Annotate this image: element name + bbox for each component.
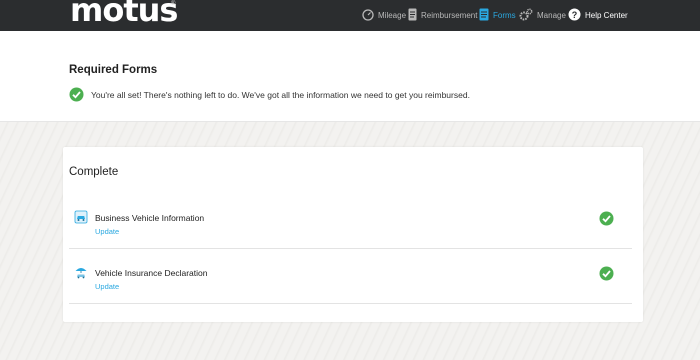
motus-logo[interactable]: motus [70, 0, 178, 26]
required-forms-title: Required Forms [69, 64, 158, 76]
trademark-mark: ® [171, 1, 176, 7]
form-name: Business Vehicle Information [95, 213, 205, 223]
nav-mileage[interactable]: Mileage [362, 0, 406, 31]
all-set-message: You're all set! There's nothing left to … [91, 90, 470, 100]
gears-icon [519, 8, 533, 23]
update-link[interactable]: Update [95, 227, 119, 236]
required-forms-section: Required Forms You're all set! There's n… [0, 31, 700, 122]
nav-forms[interactable]: Forms [479, 0, 516, 31]
umbrella-car-icon [74, 265, 88, 284]
update-link[interactable]: Update [95, 282, 119, 291]
speedometer-icon [362, 8, 374, 23]
document-icon [479, 8, 489, 23]
form-row-insurance: Vehicle Insurance Declaration Update [69, 249, 632, 304]
top-navbar: motus ® Mileage Reimbursement Forms Mana… [0, 0, 700, 31]
complete-check-icon [599, 266, 614, 286]
form-row-business-vehicle: Business Vehicle Information Update [69, 194, 632, 249]
complete-forms-card: Complete Business Vehicle Information Up… [63, 147, 643, 322]
form-name: Vehicle Insurance Declaration [95, 268, 208, 278]
car-icon [74, 210, 88, 229]
nav-reimbursement[interactable]: Reimbursement [408, 0, 477, 31]
success-check-icon [69, 87, 84, 107]
receipt-icon [408, 8, 417, 23]
complete-title: Complete [69, 166, 119, 178]
nav-reimbursement-label: Reimbursement [421, 11, 478, 20]
nav-manage-label: Manage [537, 11, 566, 20]
question-icon: ? [568, 8, 581, 23]
nav-forms-label: Forms [493, 11, 516, 20]
nav-manage[interactable]: Manage [519, 0, 566, 31]
complete-check-icon [599, 211, 614, 231]
svg-text:?: ? [572, 10, 578, 20]
nav-mileage-label: Mileage [378, 11, 407, 20]
nav-help-label: Help Center [585, 11, 628, 20]
nav-help-center[interactable]: ? Help Center [568, 0, 628, 31]
